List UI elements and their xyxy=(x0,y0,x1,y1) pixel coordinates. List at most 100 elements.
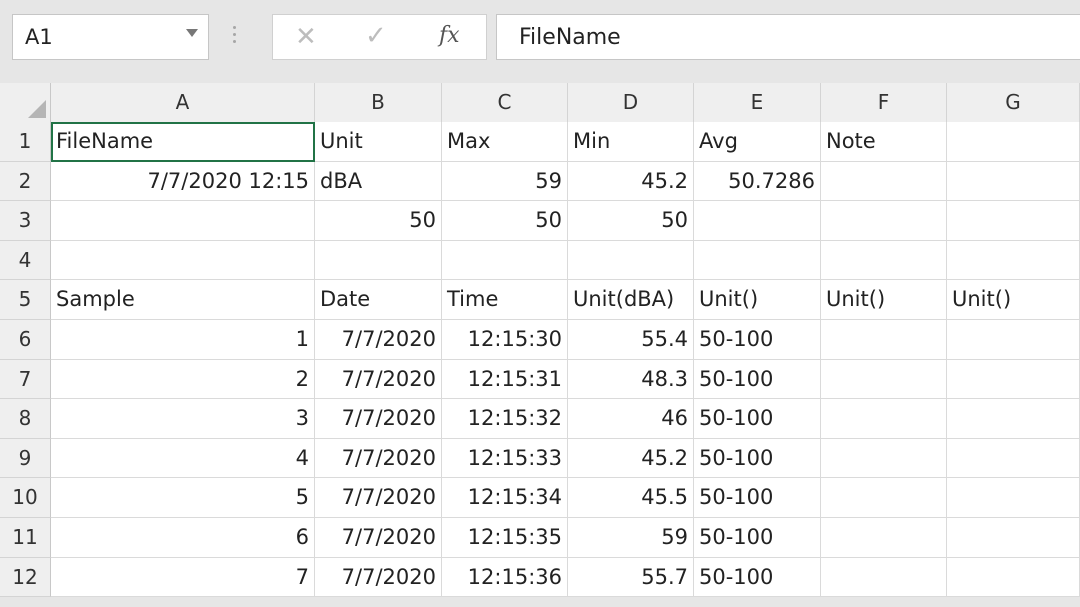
cell-c4[interactable] xyxy=(442,240,568,281)
cell-c7[interactable]: 12:15:31 xyxy=(442,359,568,400)
cell-e6[interactable]: 50-100 xyxy=(694,320,821,360)
select-all-corner[interactable] xyxy=(0,83,51,122)
insert-function-icon[interactable]: fx xyxy=(439,23,460,48)
cancel-icon[interactable]: ✕ xyxy=(295,22,317,52)
cell-d3[interactable]: 50 xyxy=(568,201,694,241)
name-box[interactable]: A1 xyxy=(12,14,209,60)
cell-f7[interactable] xyxy=(821,359,947,400)
row-header-12[interactable]: 12 xyxy=(0,557,51,598)
cell-a2[interactable]: 7/7/2020 12:15 xyxy=(51,161,315,202)
cell-g7[interactable] xyxy=(947,359,1080,400)
cell-b5[interactable]: Date xyxy=(315,280,442,320)
cell-f3[interactable] xyxy=(821,201,947,241)
cell-c1[interactable]: Max xyxy=(442,122,568,162)
cell-g5[interactable]: Unit() xyxy=(947,280,1080,320)
cell-e9[interactable]: 50-100 xyxy=(694,438,821,479)
cell-a1[interactable]: FileName xyxy=(51,122,315,162)
cell-b4[interactable] xyxy=(315,240,442,281)
cell-d2[interactable]: 45.2 xyxy=(568,161,694,202)
cell-a7[interactable]: 2 xyxy=(51,359,315,400)
cell-e2[interactable]: 50.7286 xyxy=(694,161,821,202)
cell-d10[interactable]: 45.5 xyxy=(568,478,694,518)
cell-e10[interactable]: 50-100 xyxy=(694,478,821,518)
cell-g12[interactable] xyxy=(947,557,1080,598)
cell-b3[interactable]: 50 xyxy=(315,201,442,241)
cell-a11[interactable]: 6 xyxy=(51,518,315,558)
cell-c12[interactable]: 12:15:36 xyxy=(442,557,568,598)
cell-b7[interactable]: 7/7/2020 xyxy=(315,359,442,400)
cell-g4[interactable] xyxy=(947,240,1080,281)
cell-g3[interactable] xyxy=(947,201,1080,241)
cell-c9[interactable]: 12:15:33 xyxy=(442,438,568,479)
cell-f10[interactable] xyxy=(821,478,947,518)
cell-a9[interactable]: 4 xyxy=(51,438,315,479)
row-header-7[interactable]: 7 xyxy=(0,359,51,400)
cell-e5[interactable]: Unit() xyxy=(694,280,821,320)
cell-b8[interactable]: 7/7/2020 xyxy=(315,399,442,439)
cell-a8[interactable]: 3 xyxy=(51,399,315,439)
cell-d8[interactable]: 46 xyxy=(568,399,694,439)
cell-f12[interactable] xyxy=(821,557,947,598)
cell-a3[interactable] xyxy=(51,201,315,241)
cell-c11[interactable]: 12:15:35 xyxy=(442,518,568,558)
row-header-8[interactable]: 8 xyxy=(0,399,51,439)
cell-g6[interactable] xyxy=(947,320,1080,360)
cell-e8[interactable]: 50-100 xyxy=(694,399,821,439)
cell-c3[interactable]: 50 xyxy=(442,201,568,241)
cell-a10[interactable]: 5 xyxy=(51,478,315,518)
row-header-9[interactable]: 9 xyxy=(0,438,51,479)
cell-a12[interactable]: 7 xyxy=(51,557,315,598)
column-header-g[interactable]: G xyxy=(947,83,1080,122)
cell-c8[interactable]: 12:15:32 xyxy=(442,399,568,439)
cell-g11[interactable] xyxy=(947,518,1080,558)
cell-e1[interactable]: Avg xyxy=(694,122,821,162)
chevron-down-icon[interactable] xyxy=(186,29,198,37)
cell-f8[interactable] xyxy=(821,399,947,439)
cell-e3[interactable] xyxy=(694,201,821,241)
cell-f9[interactable] xyxy=(821,438,947,479)
cell-d12[interactable]: 55.7 xyxy=(568,557,694,598)
cell-b9[interactable]: 7/7/2020 xyxy=(315,438,442,479)
cell-c6[interactable]: 12:15:30 xyxy=(442,320,568,360)
cell-c5[interactable]: Time xyxy=(442,280,568,320)
row-header-11[interactable]: 11 xyxy=(0,518,51,558)
cell-a5[interactable]: Sample xyxy=(51,280,315,320)
cell-f2[interactable] xyxy=(821,161,947,202)
row-header-4[interactable]: 4 xyxy=(0,240,51,281)
cell-d7[interactable]: 48.3 xyxy=(568,359,694,400)
cell-f1[interactable]: Note xyxy=(821,122,947,162)
cell-c2[interactable]: 59 xyxy=(442,161,568,202)
cell-d6[interactable]: 55.4 xyxy=(568,320,694,360)
enter-icon[interactable]: ✓ xyxy=(365,21,387,51)
cell-a6[interactable]: 1 xyxy=(51,320,315,360)
cell-d4[interactable] xyxy=(568,240,694,281)
cell-g1[interactable] xyxy=(947,122,1080,162)
cell-b12[interactable]: 7/7/2020 xyxy=(315,557,442,598)
column-header-a[interactable]: A xyxy=(51,83,315,122)
column-header-e[interactable]: E xyxy=(694,83,821,122)
column-header-c[interactable]: C xyxy=(442,83,568,122)
row-header-1[interactable]: 1 xyxy=(0,122,51,162)
cell-e11[interactable]: 50-100 xyxy=(694,518,821,558)
cell-b2[interactable]: dBA xyxy=(315,161,442,202)
cell-e4[interactable] xyxy=(694,240,821,281)
column-header-f[interactable]: F xyxy=(821,83,947,122)
cell-a4[interactable] xyxy=(51,240,315,281)
cell-f4[interactable] xyxy=(821,240,947,281)
row-header-3[interactable]: 3 xyxy=(0,201,51,241)
cell-e12[interactable]: 50-100 xyxy=(694,557,821,598)
column-header-d[interactable]: D xyxy=(568,83,694,122)
cell-g8[interactable] xyxy=(947,399,1080,439)
cell-f11[interactable] xyxy=(821,518,947,558)
column-header-b[interactable]: B xyxy=(315,83,442,122)
cell-b1[interactable]: Unit xyxy=(315,122,442,162)
cell-d11[interactable]: 59 xyxy=(568,518,694,558)
row-header-5[interactable]: 5 xyxy=(0,280,51,320)
cell-c10[interactable]: 12:15:34 xyxy=(442,478,568,518)
cell-g9[interactable] xyxy=(947,438,1080,479)
cell-f5[interactable]: Unit() xyxy=(821,280,947,320)
cell-f6[interactable] xyxy=(821,320,947,360)
cell-b6[interactable]: 7/7/2020 xyxy=(315,320,442,360)
formula-input[interactable]: FileName xyxy=(496,14,1080,60)
cell-g10[interactable] xyxy=(947,478,1080,518)
